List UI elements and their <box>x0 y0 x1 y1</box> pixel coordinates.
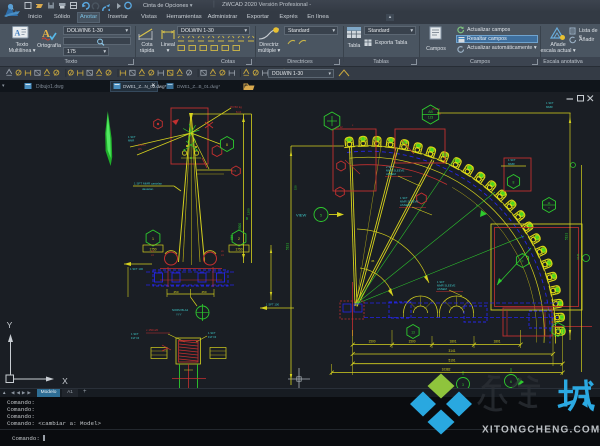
svg-text:ASSEM: ASSEM <box>400 203 410 207</box>
svg-text:1 SFT MMR castelan: 1 SFT MMR castelan <box>134 182 162 186</box>
svg-text:Wx: Wx <box>138 147 142 151</box>
svg-text:W=50 kg: W=50 kg <box>230 105 242 109</box>
svg-text:XITONGCHENG.COM: XITONGCHENG.COM <box>482 425 600 436</box>
svg-text:MMR: MMR <box>546 105 553 109</box>
svg-text:NORM BLA2: NORM BLA2 <box>172 308 189 312</box>
svg-text:AB: AB <box>428 110 433 114</box>
svg-text:1 SFT: 1 SFT <box>128 135 136 139</box>
svg-text:1 SFT 100: 1 SFT 100 <box>266 303 279 307</box>
svg-text:123: 123 <box>428 116 434 120</box>
svg-text:FLT DI: FLT DI <box>208 335 217 339</box>
svg-text:450: 450 <box>201 290 206 294</box>
svg-text:1801: 1801 <box>449 340 456 344</box>
svg-text:1200: 1200 <box>247 208 251 215</box>
svg-text:150: 150 <box>294 185 298 190</box>
svg-text:X: X <box>62 376 68 386</box>
svg-text:x 150x20: x 150x20 <box>146 328 159 332</box>
svg-text:MMR: MMR <box>128 139 134 143</box>
svg-text:x4: x4 <box>221 253 224 257</box>
svg-text:125: 125 <box>230 235 234 240</box>
svg-text:3141: 3141 <box>576 253 580 260</box>
svg-text:11: 11 <box>547 201 550 205</box>
svg-text:8: 8 <box>226 143 228 147</box>
svg-text:ASSEM: ASSEM <box>437 287 447 291</box>
svg-text:1: 1 <box>152 237 154 241</box>
svg-text:14: 14 <box>556 329 560 333</box>
svg-text:1750: 1750 <box>235 248 242 252</box>
svg-text:2: 2 <box>238 237 240 241</box>
svg-text:5191: 5191 <box>286 243 290 250</box>
svg-text:W1=x: W1=x <box>138 143 146 147</box>
svg-text:xx: xx <box>221 249 224 253</box>
svg-text:1500: 1500 <box>368 340 375 344</box>
svg-text:5: 5 <box>320 214 322 218</box>
svg-text:5191: 5191 <box>565 233 569 240</box>
svg-text:8-10: 8-10 <box>236 110 242 114</box>
svg-text:FLT DI: FLT DI <box>131 336 140 340</box>
svg-text:1 SFT 100: 1 SFT 100 <box>130 267 143 271</box>
svg-text:8: 8 <box>513 181 515 185</box>
svg-text:88: 88 <box>245 216 249 220</box>
svg-text:3141: 3141 <box>448 349 455 353</box>
svg-text:F: F <box>521 260 523 264</box>
svg-text:MMR: MMR <box>508 162 515 166</box>
svg-text:13: 13 <box>411 331 415 335</box>
svg-text:ASSEM: ASSEM <box>386 172 396 176</box>
svg-text:VIEW: VIEW <box>296 213 306 218</box>
svg-text:45: 45 <box>371 259 375 263</box>
svg-text:x4: x4 <box>151 253 154 257</box>
svg-text:x: x <box>548 206 550 210</box>
svg-text:450: 450 <box>173 290 178 294</box>
svg-text:1801: 1801 <box>493 340 500 344</box>
svg-text:x: x <box>352 124 354 127</box>
svg-text:1500: 1500 <box>408 340 415 344</box>
svg-text:Y: Y <box>7 320 13 330</box>
svg-text:dastelan: dastelan <box>142 187 154 191</box>
svg-text:3500: 3500 <box>238 223 242 230</box>
svg-text:YYY: YYY <box>176 313 182 317</box>
